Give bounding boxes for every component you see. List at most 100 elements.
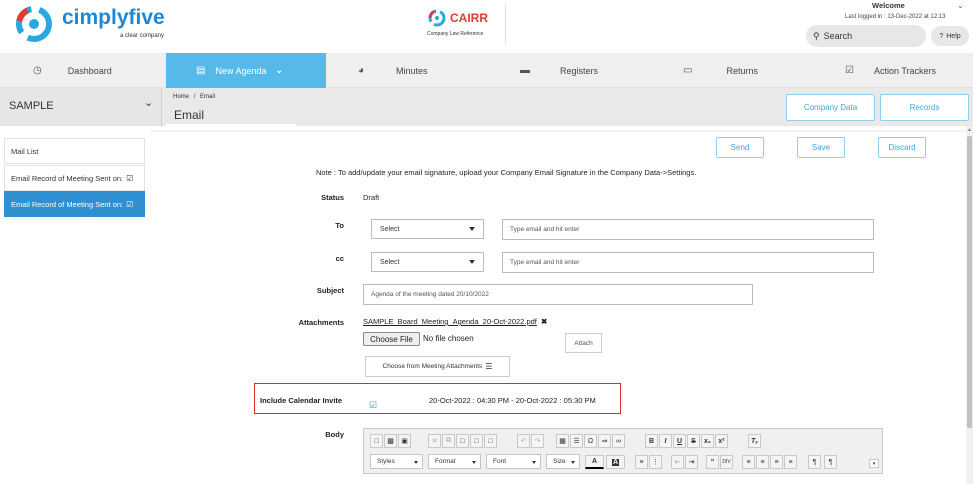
horizontal-line-icon[interactable]: ☰ (570, 434, 583, 448)
cut-icon[interactable]: ✕ (428, 434, 441, 448)
div-container-icon[interactable]: DIV (720, 455, 733, 469)
sidebar-item-email-record[interactable]: Email Record of Meeting Sent on: ☑ (4, 165, 145, 191)
cairr-tagline: Company Law Reference (427, 31, 484, 37)
subject-input[interactable]: Agenda of the meeting dated 20/10/2022 (363, 284, 753, 305)
nav-registers[interactable]: ▬ Registers (520, 53, 650, 88)
link-icon[interactable]: ∞ (612, 434, 625, 448)
cimplyfive-logo[interactable]: cimplyfive a clear company (14, 4, 184, 44)
strikethrough-icon[interactable]: S (687, 434, 700, 448)
nav-returns[interactable]: ▭ Returns (683, 53, 813, 88)
company-data-button[interactable]: Company Data (786, 94, 875, 121)
header-divider (505, 5, 506, 43)
decrease-indent-icon[interactable]: ⇤ (671, 455, 684, 469)
rich-text-editor[interactable]: □ ▩ ▣ ✕ ⧉ □ □ □ ↶ ↷ ▦ ☰ Ω ⇒ ∞ B I U S x₂… (363, 428, 883, 474)
cc-email-input[interactable]: Type email and hit enter (502, 252, 874, 273)
nav-dashboard[interactable]: ◷ Dashboard (33, 53, 166, 88)
paste-icon[interactable]: □ (456, 434, 469, 448)
to-email-input[interactable]: Type email and hit enter (502, 219, 874, 240)
nav-new-agenda-label: New Agenda (215, 65, 267, 76)
new-page-icon[interactable]: □ (370, 434, 383, 448)
background-color-icon[interactable]: A (606, 455, 625, 469)
increase-indent-icon[interactable]: ⇥ (685, 455, 698, 469)
paste-word-icon[interactable]: □ (484, 434, 497, 448)
status-value: Draft (363, 193, 380, 202)
underline-icon[interactable]: U (673, 434, 686, 448)
help-button[interactable]: ? Help (931, 26, 969, 46)
scrollbar-track[interactable]: ▲ (966, 126, 973, 484)
justify-icon[interactable]: ≡ (784, 455, 797, 469)
logo-tagline: a clear company (120, 33, 165, 39)
nav-minutes[interactable]: ◕ Minutes (358, 53, 488, 88)
status-label: Status (321, 193, 344, 202)
welcome-text: Welcome (872, 1, 905, 10)
size-label: Size (553, 458, 566, 465)
scrollbar-thumb[interactable] (967, 136, 972, 428)
styles-dropdown[interactable]: Styles (370, 454, 423, 469)
company-selector[interactable]: SAMPLE ⌄ (0, 88, 162, 126)
to-select[interactable]: Select (371, 219, 484, 239)
ltr-icon[interactable]: ¶ (808, 455, 821, 469)
nav-action-trackers[interactable]: ☑ Action Trackers (845, 53, 973, 88)
format-label: Format (435, 458, 456, 465)
copy-icon[interactable]: ⧉ (442, 434, 455, 448)
to-label: To (335, 221, 344, 230)
discard-button[interactable]: Discard (878, 137, 926, 158)
font-dropdown[interactable]: Font (486, 454, 541, 469)
scrollbar-up-icon[interactable]: ▲ (967, 127, 972, 133)
dashboard-icon: ◷ (33, 65, 42, 76)
send-button[interactable]: Send (716, 137, 764, 158)
sidebar-item-label: Mail List (11, 146, 39, 156)
cairr-logo[interactable]: CAIRR Company Law Reference (424, 6, 508, 42)
align-left-icon[interactable]: ≡ (742, 455, 755, 469)
rtl-icon[interactable]: ¶ (824, 455, 837, 469)
bold-icon[interactable]: B (645, 434, 658, 448)
text-color-icon[interactable]: A (585, 455, 604, 469)
sidebar-item-mail-list[interactable]: Mail List (4, 138, 145, 164)
main-panel-divider (150, 130, 966, 132)
numbered-list-icon[interactable]: ≡ (635, 455, 648, 469)
format-dropdown[interactable]: Format (428, 454, 481, 469)
calendar-invite-checkbox[interactable]: ☑ (369, 400, 377, 411)
sub-header: SAMPLE ⌄ Home / Email Email Company Data… (0, 88, 973, 126)
blockquote-icon[interactable]: ” (706, 455, 719, 469)
search-box[interactable]: ⚲ Search (806, 25, 926, 47)
choose-meeting-attachments-button[interactable]: Choose from Meeting Attachments ☰ (365, 356, 510, 377)
folder-icon: ▬ (520, 65, 530, 76)
page-break-icon[interactable]: ⇒ (598, 434, 611, 448)
save-button[interactable]: Save (797, 137, 845, 158)
no-file-text: No file chosen (423, 334, 474, 343)
remove-attachment-icon[interactable]: ✖ (541, 317, 547, 326)
user-dropdown-icon[interactable]: ⌄ (957, 1, 964, 10)
superscript-icon[interactable]: x² (715, 434, 728, 448)
cc-select[interactable]: Select (371, 252, 484, 272)
redo-icon[interactable]: ↷ (531, 434, 544, 448)
attach-button[interactable]: Attach (565, 333, 602, 353)
size-dropdown[interactable]: Size (546, 454, 580, 469)
company-chevron-icon: ⌄ (144, 97, 154, 109)
subject-value: Agenda of the meeting dated 20/10/2022 (371, 291, 489, 298)
attachment-file-link[interactable]: SAMPLE_Board_Meeting_Agenda_20-Oct-2022.… (363, 317, 547, 326)
cimplyfive-logo-icon (16, 6, 52, 42)
paste-text-icon[interactable]: □ (470, 434, 483, 448)
align-center-icon[interactable]: ≡ (756, 455, 769, 469)
remove-format-icon[interactable]: Tₓ (748, 434, 761, 448)
preview-icon[interactable]: ▩ (384, 434, 397, 448)
choose-file-button[interactable]: Choose File (363, 332, 420, 346)
chevron-down-icon: ⌄ (275, 65, 284, 75)
sidebar-item-email-record-active[interactable]: Email Record of Meeting Sent on: ☑ (4, 191, 145, 217)
italic-icon[interactable]: I (659, 434, 672, 448)
breadcrumb-home[interactable]: Home (173, 94, 189, 100)
search-icon: ⚲ (813, 30, 820, 41)
align-right-icon[interactable]: ≡ (770, 455, 783, 469)
calendar-invite-box: Include Calendar Invite ☑ 20-Oct-2022 : … (254, 383, 621, 414)
nav-dashboard-label: Dashboard (67, 65, 112, 76)
bulleted-list-icon[interactable]: ⋮ (649, 455, 662, 469)
undo-icon[interactable]: ↶ (517, 434, 530, 448)
print-icon[interactable]: ▣ (398, 434, 411, 448)
records-button[interactable]: Records (880, 94, 969, 121)
subscript-icon[interactable]: x₂ (701, 434, 714, 448)
nav-new-agenda[interactable]: ▤ New Agenda ⌄ (166, 53, 326, 88)
special-char-icon[interactable]: Ω (584, 434, 597, 448)
table-icon[interactable]: ▦ (556, 434, 569, 448)
collapse-toolbar-icon[interactable]: ▾ (869, 459, 879, 468)
